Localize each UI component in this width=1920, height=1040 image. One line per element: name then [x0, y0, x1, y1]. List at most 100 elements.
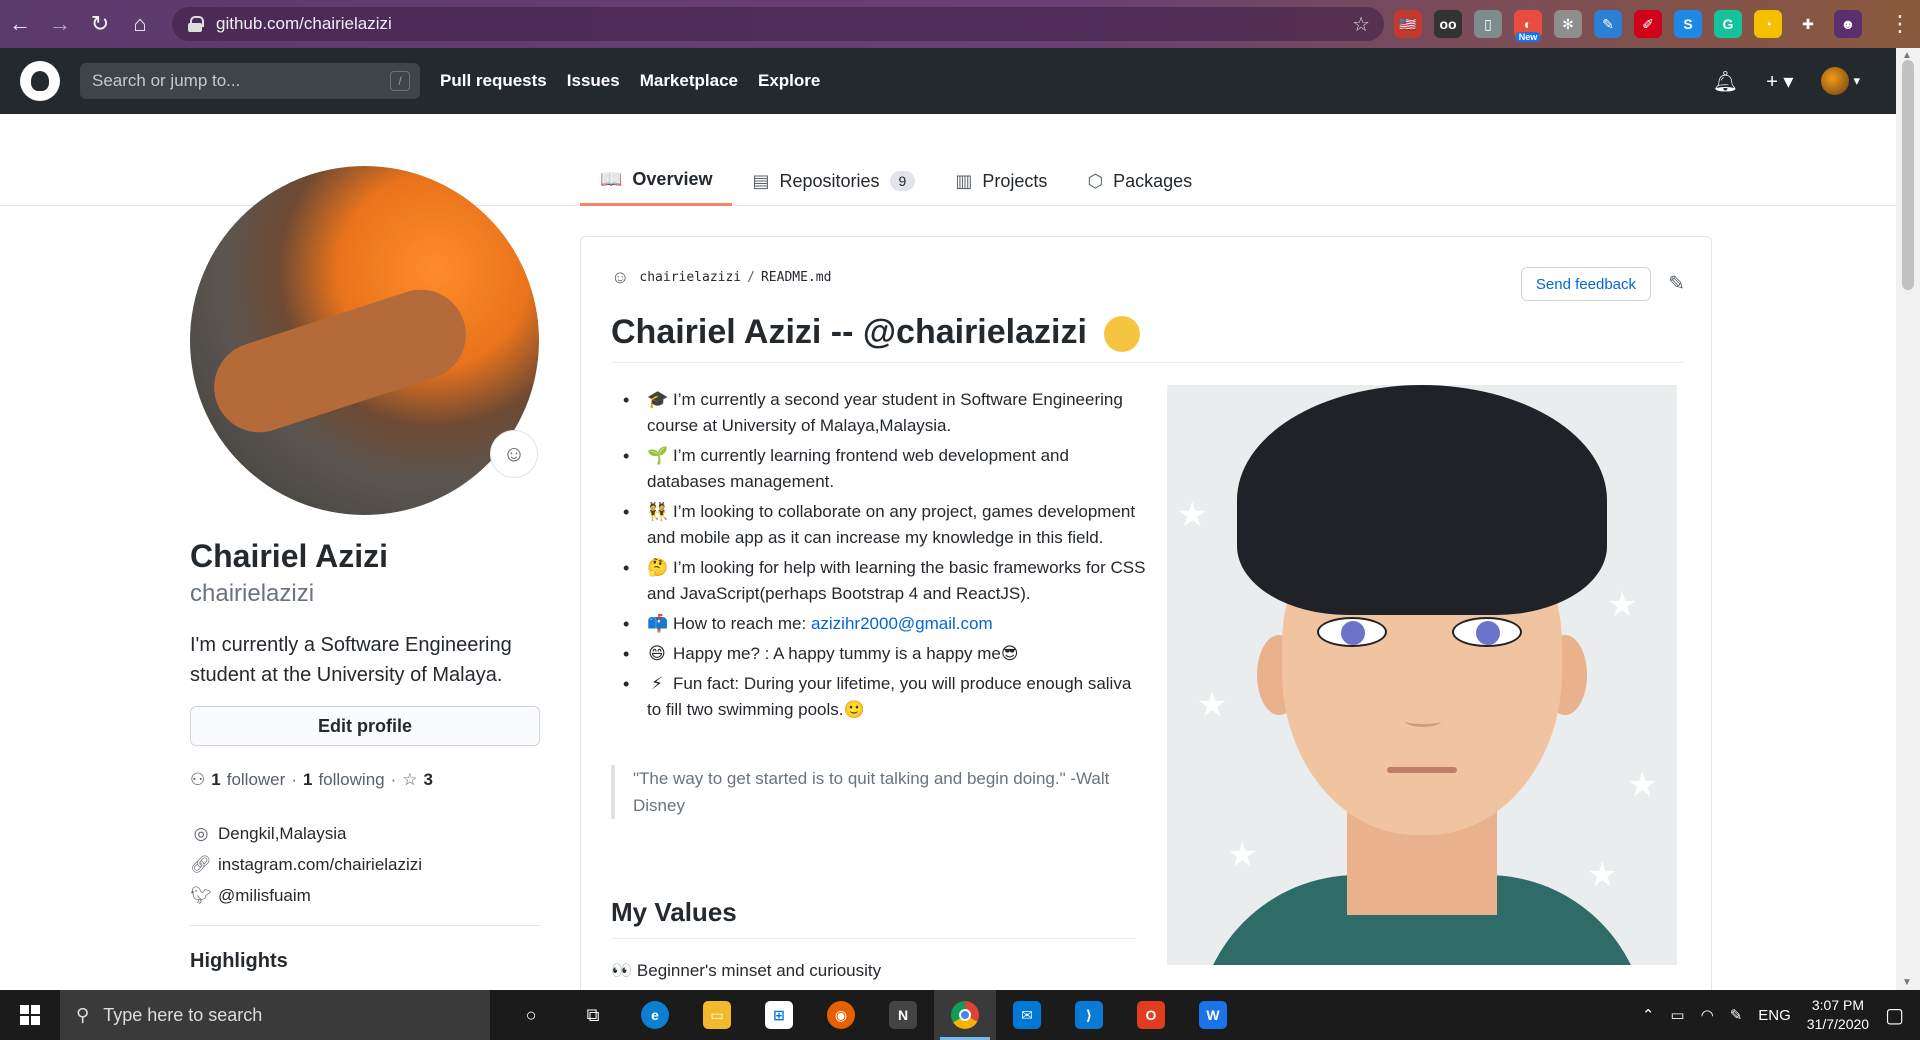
reload-icon[interactable]: ↻ [80, 0, 120, 48]
tab-packages[interactable]: ⬡ Packages [1067, 156, 1212, 206]
glasses-extension-icon[interactable]: oo [1434, 10, 1462, 38]
notion-icon[interactable]: N [872, 990, 934, 1040]
emoji-icon: 🌱 [647, 446, 669, 465]
tab-overview[interactable]: 📖 Overview [580, 156, 733, 206]
taskbar-search-placeholder: Type here to search [103, 1004, 263, 1025]
profile-username: chairielazizi [190, 580, 315, 607]
create-new-menu[interactable]: + ▾ [1766, 69, 1793, 94]
nav-issues[interactable]: Issues [567, 71, 620, 91]
tab-label: Packages [1113, 170, 1193, 191]
nav-explore[interactable]: Explore [758, 71, 820, 91]
taskbar-clock[interactable]: 3:07 PM 31/7/2020 [1807, 996, 1869, 1034]
separator-dot: · [390, 770, 397, 789]
pacman-extension-icon[interactable]: ◔ [1754, 10, 1782, 38]
star-icon: ★ [1587, 856, 1618, 894]
firefox-icon[interactable]: ◉ [810, 990, 872, 1040]
edit-pencil-icon[interactable]: ✎ [1668, 271, 1685, 296]
mail-icon[interactable]: ✉ [996, 990, 1058, 1040]
scrollbar-thumb[interactable] [1902, 60, 1914, 290]
search-input[interactable]: Search or jump to... / [80, 63, 420, 99]
user-avatar-icon [1821, 67, 1850, 95]
forward-arrow-icon[interactable]: → [40, 0, 80, 48]
edge-icon[interactable]: e [624, 990, 686, 1040]
office-icon[interactable]: O [1120, 990, 1182, 1040]
list-item-text: I’m looking to collaborate on any projec… [647, 502, 1136, 547]
notifications-icon[interactable]: ▢ [1885, 1003, 1904, 1028]
list-item-text: I’m looking for help with learning the b… [647, 558, 1146, 603]
website-link[interactable]: instagram.com/chairielazizi [218, 855, 422, 875]
start-button[interactable] [0, 990, 60, 1040]
back-arrow-icon[interactable]: ← [0, 0, 40, 48]
pdf-extension-icon[interactable]: ✐ [1634, 10, 1662, 38]
file-explorer-icon[interactable]: ▭ [686, 990, 748, 1040]
new-extension-icon[interactable]: ◐ New [1514, 10, 1542, 42]
language-indicator[interactable]: ENG [1758, 1007, 1791, 1024]
twitter-handle[interactable]: @milisfuaim [218, 886, 311, 906]
nav-pull-requests[interactable]: Pull requests [440, 71, 547, 91]
s-extension-icon[interactable]: S [1674, 10, 1702, 38]
readme-owner[interactable]: chairielazizi [639, 270, 741, 285]
stars-count[interactable]: 3 [424, 770, 433, 790]
browser-menu-icon[interactable]: ⋮ [1880, 0, 1920, 48]
bookmark-star-icon[interactable]: ☆ [1352, 12, 1370, 37]
following-label[interactable]: following [318, 770, 384, 790]
home-icon[interactable]: ⌂ [120, 0, 160, 48]
followers-count[interactable]: 1 [211, 770, 220, 790]
readme-filename[interactable]: README.md [761, 270, 831, 285]
vscode-icon[interactable]: ⟩ [1058, 990, 1120, 1040]
store-icon[interactable]: ⊞ [748, 990, 810, 1040]
extension-glyph: ✎ [1602, 15, 1614, 32]
word-icon[interactable]: W [1182, 990, 1244, 1040]
following-count[interactable]: 1 [303, 770, 312, 790]
people-icon: ⚇ [190, 770, 206, 789]
cortana-icon[interactable]: ○ [500, 990, 562, 1040]
doc-extension-icon[interactable]: ▯ [1474, 10, 1502, 38]
list-item: ⚡Fun fact: During your lifetime, you wil… [611, 671, 1146, 723]
header-nav: Pull requests Issues Marketplace Explore [440, 71, 820, 91]
twitter-item[interactable]: 🐦︎ @milisfuaim [190, 880, 422, 911]
readme-title-text: Chairiel Azizi -- @chairielazizi [611, 313, 1087, 351]
avatar-photo-detail [202, 278, 478, 444]
followers-label[interactable]: follower [227, 770, 286, 790]
header-actions: 🔔︎ + ▾ ▾ [1713, 67, 1860, 95]
path-separator: / [747, 270, 755, 285]
gear-extension-icon[interactable]: ✻ [1554, 10, 1582, 38]
github-logo-icon[interactable] [20, 61, 60, 101]
nav-marketplace[interactable]: Marketplace [640, 71, 738, 91]
notifications-bell-icon[interactable]: 🔔︎ [1713, 69, 1738, 94]
star-icon: ★ [1227, 836, 1258, 874]
pen-icon[interactable]: ✎ [1730, 1006, 1743, 1024]
chrome-icon[interactable] [934, 990, 996, 1040]
flag-extension-icon[interactable]: 🇺🇸 [1394, 10, 1422, 38]
link-icon: 🔗︎ [190, 854, 212, 874]
task-view-icon[interactable]: ⧉ [562, 990, 624, 1040]
puzzle-extension-icon[interactable]: ✚ [1794, 10, 1822, 38]
tab-label: Overview [632, 169, 713, 189]
edit-profile-button[interactable]: Edit profile [190, 706, 540, 746]
list-item-text: How to reach me: [673, 614, 811, 633]
feather-extension-icon[interactable]: ✎ [1594, 10, 1622, 38]
set-status-smiley-icon[interactable]: ☺ [490, 430, 538, 478]
scroll-down-icon[interactable]: ▼ [1902, 977, 1912, 988]
project-icon: ▥ [955, 170, 973, 191]
send-feedback-button[interactable]: Send feedback [1520, 267, 1651, 301]
email-link[interactable]: azizihr2000@gmail.com [811, 614, 993, 633]
battery-icon[interactable]: ▭ [1670, 1006, 1684, 1024]
taskbar-search-input[interactable]: ⚲ Type here to search [60, 990, 490, 1040]
address-bar[interactable]: github.com/chairielazizi ☆ [172, 7, 1384, 41]
list-item: 😄 Happy me? : A happy tummy is a happy me… [611, 641, 1146, 667]
location-item: ◎ Dengkil,Malaysia [190, 818, 422, 849]
user-menu[interactable]: ▾ [1821, 67, 1860, 95]
profile-extension-icon[interactable]: ☻ [1834, 10, 1862, 38]
grammarly-extension-icon[interactable]: G [1714, 10, 1742, 38]
wifi-icon[interactable]: ◠ [1701, 1006, 1714, 1024]
chevron-up-icon[interactable]: ⌃ [1642, 1006, 1655, 1024]
highlights-heading: Highlights [190, 950, 288, 972]
profile-bio: I'm currently a Software Engineering stu… [190, 634, 512, 686]
waving-hand-icon [1104, 316, 1141, 353]
page-scrollbar[interactable]: ▲ ▼ [1896, 48, 1920, 990]
website-item[interactable]: 🔗︎ instagram.com/chairielazizi [190, 849, 422, 880]
profile-avatar[interactable] [190, 166, 539, 515]
tab-repositories[interactable]: ▤ Repositories 9 [732, 156, 935, 206]
tab-projects[interactable]: ▥ Projects [935, 156, 1067, 206]
